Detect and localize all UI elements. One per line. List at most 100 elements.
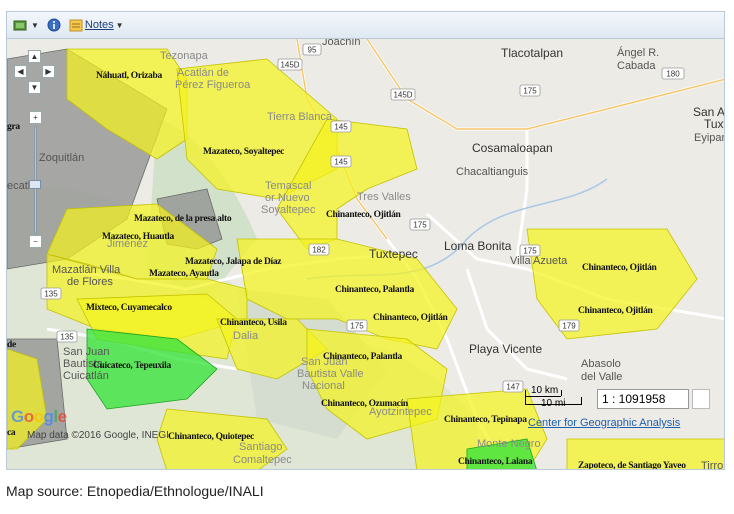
place-label: Nacional (302, 380, 345, 392)
scale-bar-tick (525, 390, 526, 404)
language-label: Chinanteco, Tepinapa (444, 415, 527, 425)
chevron-down-icon: ▼ (115, 20, 124, 30)
road-shield: 179 (558, 319, 580, 332)
place-label: de Flores (67, 276, 113, 288)
zoom-out-button[interactable]: − (29, 235, 42, 248)
svg-text:135: 135 (44, 290, 58, 299)
road-shield: 135 (40, 287, 62, 300)
road-shield: 145 (330, 120, 352, 133)
road-shield: 145D (390, 88, 416, 101)
google-logo[interactable]: Google (11, 407, 67, 427)
place-label: Cabada (617, 60, 656, 72)
place-label: ecatl (7, 180, 30, 192)
svg-text:175: 175 (350, 322, 364, 331)
pan-up-button[interactable]: ▲ (28, 50, 41, 63)
place-label: Tirror (701, 460, 725, 470)
place-label: Soyaltepec (261, 204, 316, 216)
place-label: Joachín (322, 39, 361, 48)
place-label: Temascal (265, 180, 311, 192)
language-label: Chinanteco, Ojitlán (326, 210, 402, 220)
place-label: Tuxtepec (369, 247, 418, 261)
place-label: Cuicatlán (63, 370, 109, 382)
svg-text:95: 95 (308, 46, 317, 55)
map-data-credit[interactable]: Map data ©2016 Google, INEGI (27, 430, 169, 441)
scale-bar-tick (581, 397, 582, 405)
language-label: Mazateco, Jalapa de Díaz (185, 257, 282, 267)
layers-icon (13, 20, 27, 30)
place-label: Tezonapa (160, 50, 209, 62)
map-toolbar: ▼ Notes ▼ (7, 12, 724, 39)
place-label: Mazatlán Villa (52, 264, 121, 276)
language-label: gra (7, 122, 20, 132)
pan-left-button[interactable]: ◀ (14, 65, 27, 78)
road-shield: 175 (519, 84, 541, 97)
road-shield: 182 (308, 243, 330, 256)
svg-text:147: 147 (506, 383, 520, 392)
place-label: Tierra Blanca (267, 111, 333, 123)
road-shield: 135 (56, 330, 78, 343)
place-label: Dalia (233, 330, 259, 342)
language-label: ca (7, 428, 16, 438)
place-label: Abasolo (581, 358, 621, 370)
place-label: Acatlán de (177, 67, 229, 79)
notes-icon (69, 19, 83, 32)
language-label: Mazateco, Huautla (102, 232, 174, 242)
scale-km-label: 10 km (531, 385, 559, 396)
notes-button[interactable]: Notes ▼ (69, 18, 124, 32)
place-label: Chacaltianguis (456, 166, 529, 178)
place-label: Zoquitlán (39, 152, 84, 164)
map-canvas[interactable]: 95 145D 180 145D 175 145 145 175 182 175… (7, 39, 725, 470)
road-shield: 180 (661, 67, 685, 80)
place-label: Villa Azueta (510, 255, 568, 267)
info-button[interactable] (47, 18, 61, 32)
notes-label[interactable]: Notes (85, 19, 114, 31)
language-label: Mazateco, Soyaltepec (203, 147, 284, 157)
language-label: Chinanteco, Ojitlán (373, 313, 449, 323)
svg-text:145D: 145D (280, 61, 299, 70)
road-shield: 147 (502, 380, 524, 393)
road-shield: 95 (302, 43, 322, 56)
language-label: Chinanteco, Ojitlán (578, 306, 654, 316)
place-label: Cosamaloapan (472, 141, 553, 155)
place-label: Eyipant (694, 132, 725, 144)
place-label: Loma Bonita (444, 239, 512, 253)
language-label: Cuicateco, Tepeuxila (93, 361, 171, 371)
svg-text:180: 180 (666, 70, 680, 79)
scale-bar-tick (561, 390, 562, 396)
place-label: Bautista Valle (297, 368, 363, 380)
language-label: Zapoteco, de Santiago Yaveo (578, 461, 686, 470)
scale-ratio-field[interactable]: 1 : 1091958 (597, 389, 689, 409)
svg-text:145D: 145D (393, 91, 412, 100)
language-label: Chinanteco, Palantla (335, 285, 415, 295)
scale-bar-km-line (525, 396, 561, 397)
language-label: Náhuatl, Orizaba (96, 71, 162, 81)
road-shield: 175 (409, 218, 431, 231)
place-label: Tuxt (704, 117, 725, 131)
place-label: or Nuevo (265, 192, 310, 204)
language-label: Mazateco, Ayautla (149, 269, 219, 279)
attribution-link[interactable]: Center for Geographic Analysis (528, 417, 680, 429)
zoom-slider-thumb[interactable] (29, 180, 41, 189)
road-shield: 175 (346, 319, 368, 332)
place-label: Comaltepec (233, 454, 292, 466)
svg-text:182: 182 (312, 246, 326, 255)
pan-down-button[interactable]: ▼ (28, 81, 41, 94)
place-label: Ángel R. (617, 46, 659, 59)
layers-button[interactable]: ▼ (13, 19, 39, 32)
zoom-in-button[interactable]: + (29, 111, 42, 124)
place-label: Tres Valles (357, 191, 411, 203)
language-label: Chinanteco, Ozumacín (321, 399, 409, 409)
scale-bar: 10 km 10 mi (523, 385, 591, 409)
scale-toggle-icon[interactable] (692, 389, 710, 409)
place-label: San Juan (63, 346, 109, 358)
svg-text:175: 175 (413, 221, 427, 230)
language-label: Mixteco, Cuyamecalco (86, 303, 172, 313)
language-label: Chinanteco, Usila (220, 318, 287, 328)
place-label: Tlacotalpan (501, 46, 563, 60)
chevron-down-icon: ▼ (31, 20, 39, 30)
svg-text:175: 175 (523, 87, 537, 96)
scale-bar-mi-line (525, 404, 581, 405)
svg-text:135: 135 (60, 333, 74, 342)
pan-right-button[interactable]: ▶ (42, 65, 55, 78)
place-label: Playa Vicente (469, 342, 542, 356)
